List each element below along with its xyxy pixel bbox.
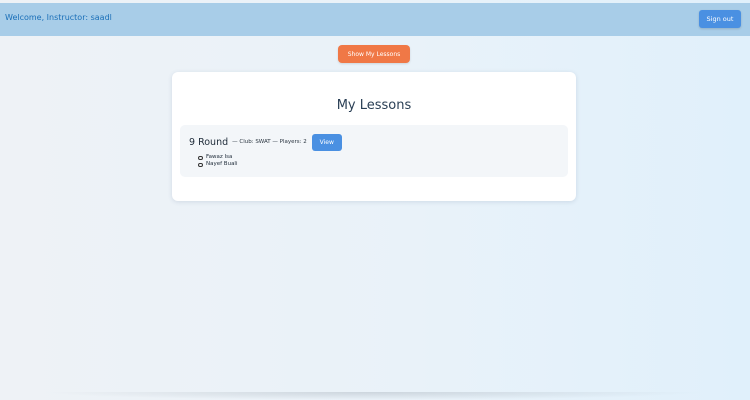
player-name: Nayef Buali bbox=[206, 161, 238, 167]
player-name: Fawaz Isa bbox=[206, 154, 233, 160]
player-list: Fawaz Isa Nayef Buali bbox=[198, 154, 238, 168]
lesson-name: 9 Round bbox=[189, 136, 229, 148]
top-bar: Welcome, Instructor: saadl Sign out bbox=[0, 3, 750, 36]
circle-bullet-icon bbox=[198, 162, 203, 167]
sign-out-button[interactable]: Sign out bbox=[699, 10, 741, 28]
lesson-item: 9 Round — Club: SWAT — Players: 2 View F… bbox=[180, 125, 568, 177]
lessons-card: My Lessons 9 Round — Club: SWAT — Player… bbox=[172, 72, 576, 201]
lesson-header: 9 Round — Club: SWAT — Players: 2 View bbox=[189, 133, 342, 151]
lesson-meta: — Club: SWAT — Players: 2 bbox=[232, 139, 307, 145]
circle-bullet-icon bbox=[198, 155, 203, 160]
welcome-text: Welcome, Instructor: saadl bbox=[5, 13, 112, 22]
bottom-shadow bbox=[40, 392, 705, 400]
show-my-lessons-button[interactable]: Show My Lessons bbox=[338, 45, 410, 63]
card-title: My Lessons bbox=[336, 98, 412, 113]
view-lesson-button[interactable]: View bbox=[311, 133, 342, 151]
player-item: Fawaz Isa bbox=[198, 154, 238, 161]
player-item: Nayef Buali bbox=[198, 161, 238, 168]
